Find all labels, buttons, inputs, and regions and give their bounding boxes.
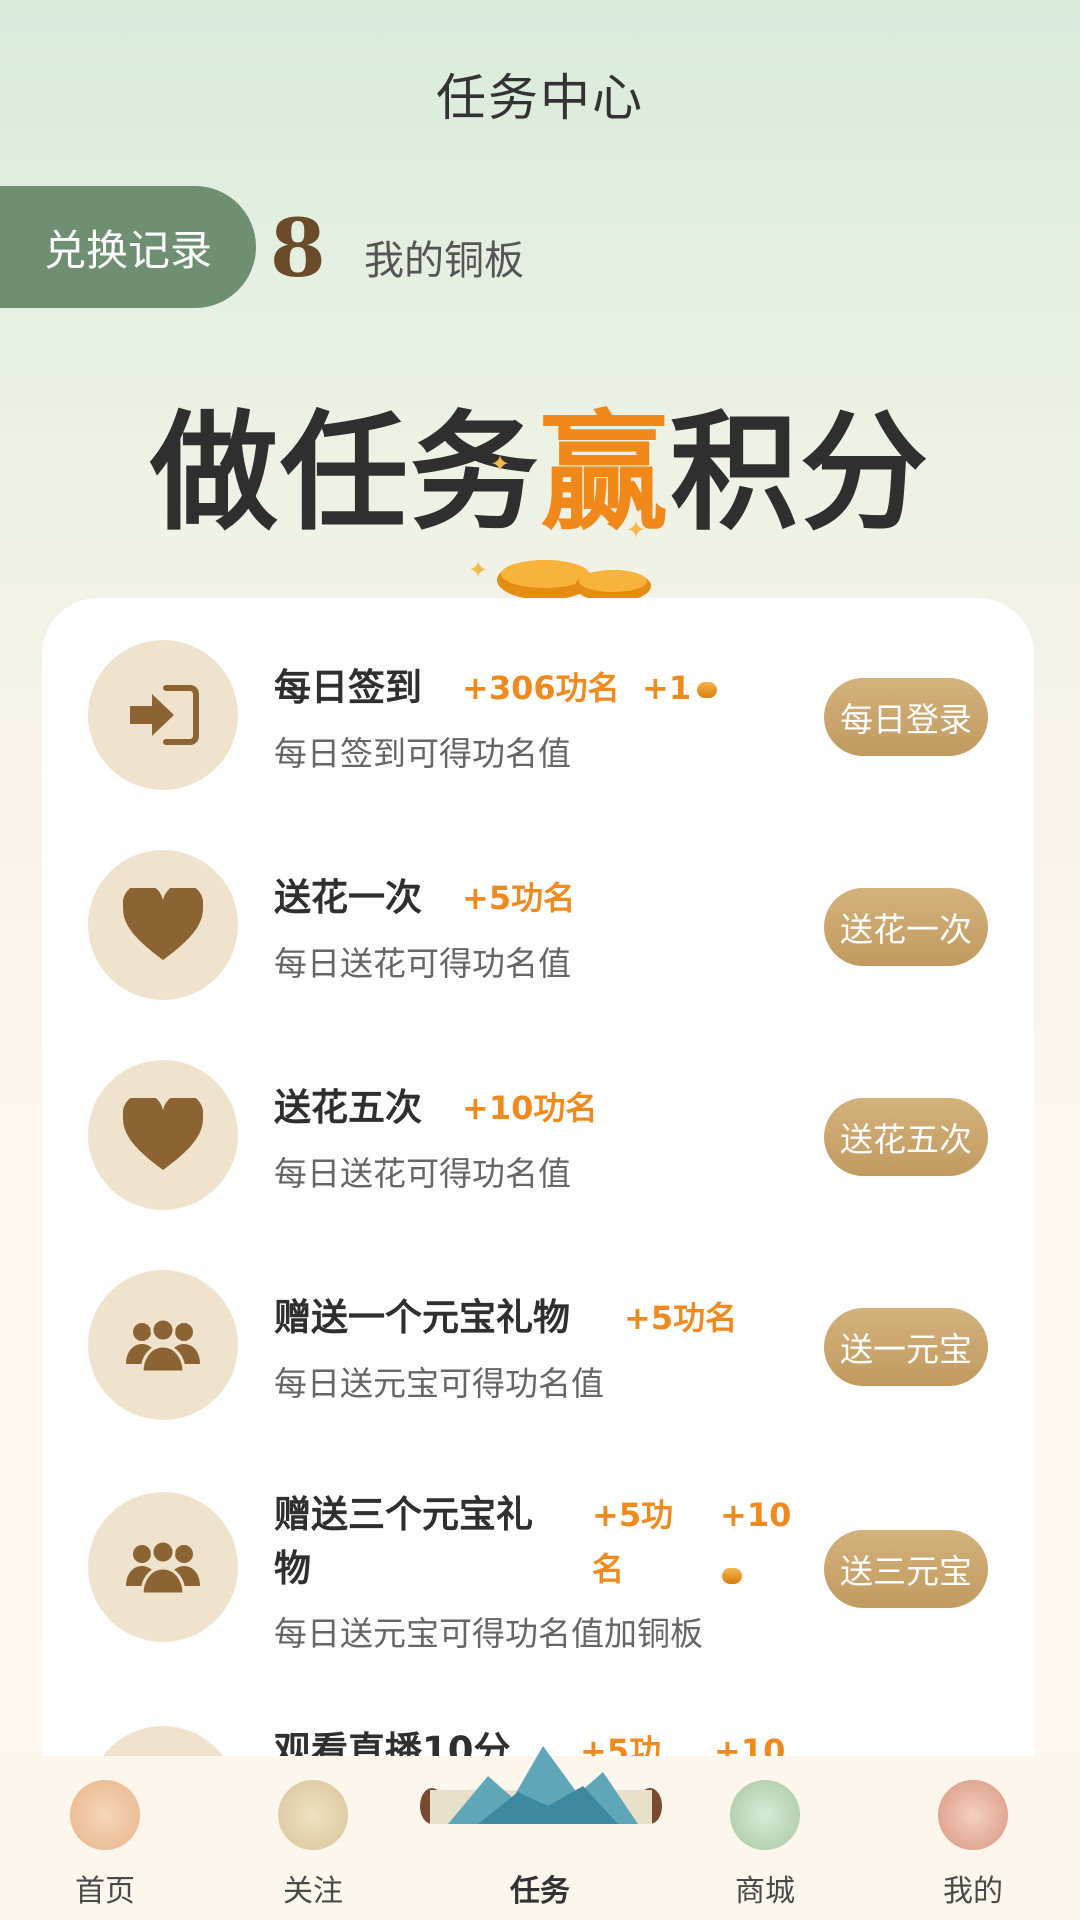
- tab-follow[interactable]: 关注: [238, 1756, 388, 1920]
- task-item-send-flower-once: 送花一次 +5功名 每日送花可得功名值 送花一次: [42, 808, 1034, 1018]
- login-icon: [88, 640, 238, 790]
- task-title: 赠送一个元宝礼物: [274, 1296, 570, 1339]
- hero-suffix: 积分: [670, 399, 931, 548]
- coin-balance: 8: [270, 201, 326, 295]
- hero-prefix: 做任务: [149, 399, 540, 548]
- coin-balance-label: 我的铜板: [364, 238, 524, 284]
- task-description: 每日送元宝可得功名值: [274, 1364, 604, 1403]
- tab-profile[interactable]: 我的: [898, 1756, 1048, 1920]
- send-flower-once-button[interactable]: 送花一次: [824, 888, 988, 966]
- task-description: 每日签到可得功名值: [274, 734, 571, 773]
- tab-label: 商城: [735, 1874, 795, 1909]
- sparkle-icon: ✦: [626, 516, 647, 544]
- send-flower-five-button[interactable]: 送花五次: [824, 1098, 988, 1176]
- bottom-tab-bar: 首页 关注 任务 商城 我的: [0, 1746, 1080, 1920]
- sparkle-icon: ✦: [468, 556, 489, 584]
- task-item-daily-checkin: 每日签到 +306功名 +1 每日签到可得功名值 每日登录: [42, 598, 1034, 808]
- task-bonus-coins: +1: [642, 661, 718, 715]
- task-bonus-line1: +5功: [592, 1496, 674, 1534]
- task-title-line2: 物: [274, 1547, 311, 1590]
- task-title-line1: 赠送三个元宝礼: [274, 1493, 533, 1536]
- task-description: 每日送花可得功名值: [274, 944, 571, 983]
- heart-icon: [88, 850, 238, 1000]
- task-list-card: 每日签到 +306功名 +1 每日签到可得功名值 每日登录 送花一次 +5功名 …: [42, 598, 1034, 1758]
- task-bonus-line2: 名: [592, 1550, 625, 1588]
- group-icon: [88, 1492, 238, 1642]
- task-title: 送花一次: [274, 876, 422, 919]
- tab-label: 首页: [75, 1874, 135, 1909]
- task-item-gift-three-ingots: 赠送三个元宝礼 物 +5功 名 +10 每日送元宝可得功名值加铜板 送三元宝: [42, 1438, 1034, 1688]
- page-title: 任务中心: [436, 69, 644, 127]
- exchange-record-button[interactable]: 兑换记录: [0, 186, 256, 308]
- task-scroll-icon: [420, 1746, 662, 1824]
- hero-banner: 做任务赢积分: [0, 403, 1080, 545]
- tab-shop[interactable]: 商城: [690, 1756, 840, 1920]
- task-bonus-coins: +10: [720, 1496, 792, 1534]
- task-bonus: +5功名: [462, 879, 576, 917]
- coin-icon: [722, 1568, 742, 1584]
- task-bonus: +10功名: [462, 1089, 598, 1127]
- task-description: 每日送元宝可得功名值加铜板: [274, 1614, 703, 1653]
- hero-accent: 赢: [539, 399, 670, 548]
- task-title: 每日签到: [274, 666, 422, 709]
- tab-label: 关注: [283, 1874, 343, 1909]
- shop-icon: [730, 1780, 800, 1850]
- task-title: 送花五次: [274, 1086, 422, 1129]
- home-icon: [70, 1780, 140, 1850]
- tab-label: 我的: [943, 1874, 1003, 1909]
- group-icon: [88, 1270, 238, 1420]
- task-item-gift-one-ingot: 赠送一个元宝礼物 +5功名 每日送元宝可得功名值 送一元宝: [42, 1228, 1034, 1438]
- task-bonus: +306功名: [462, 669, 620, 707]
- daily-login-button[interactable]: 每日登录: [824, 678, 988, 756]
- gold-coins-icon: [497, 560, 651, 602]
- gift-one-ingot-button[interactable]: 送一元宝: [824, 1308, 988, 1386]
- task-description: 每日送花可得功名值: [274, 1154, 571, 1193]
- gift-three-ingots-button[interactable]: 送三元宝: [824, 1530, 988, 1608]
- heart-icon: [88, 1060, 238, 1210]
- follow-icon: [278, 1780, 348, 1850]
- tab-label: 任务: [510, 1874, 570, 1909]
- task-bonus-coins: +10: [714, 1732, 786, 1758]
- task-bonus: +5功名: [624, 1299, 738, 1337]
- coin-icon: [697, 682, 718, 698]
- profile-icon: [938, 1780, 1008, 1850]
- task-icon: [88, 1726, 238, 1758]
- task-item-send-flower-five: 送花五次 +10功名 每日送花可得功名值 送花五次: [42, 1018, 1034, 1228]
- tab-home[interactable]: 首页: [30, 1756, 180, 1920]
- sparkle-icon: ✦: [490, 450, 511, 478]
